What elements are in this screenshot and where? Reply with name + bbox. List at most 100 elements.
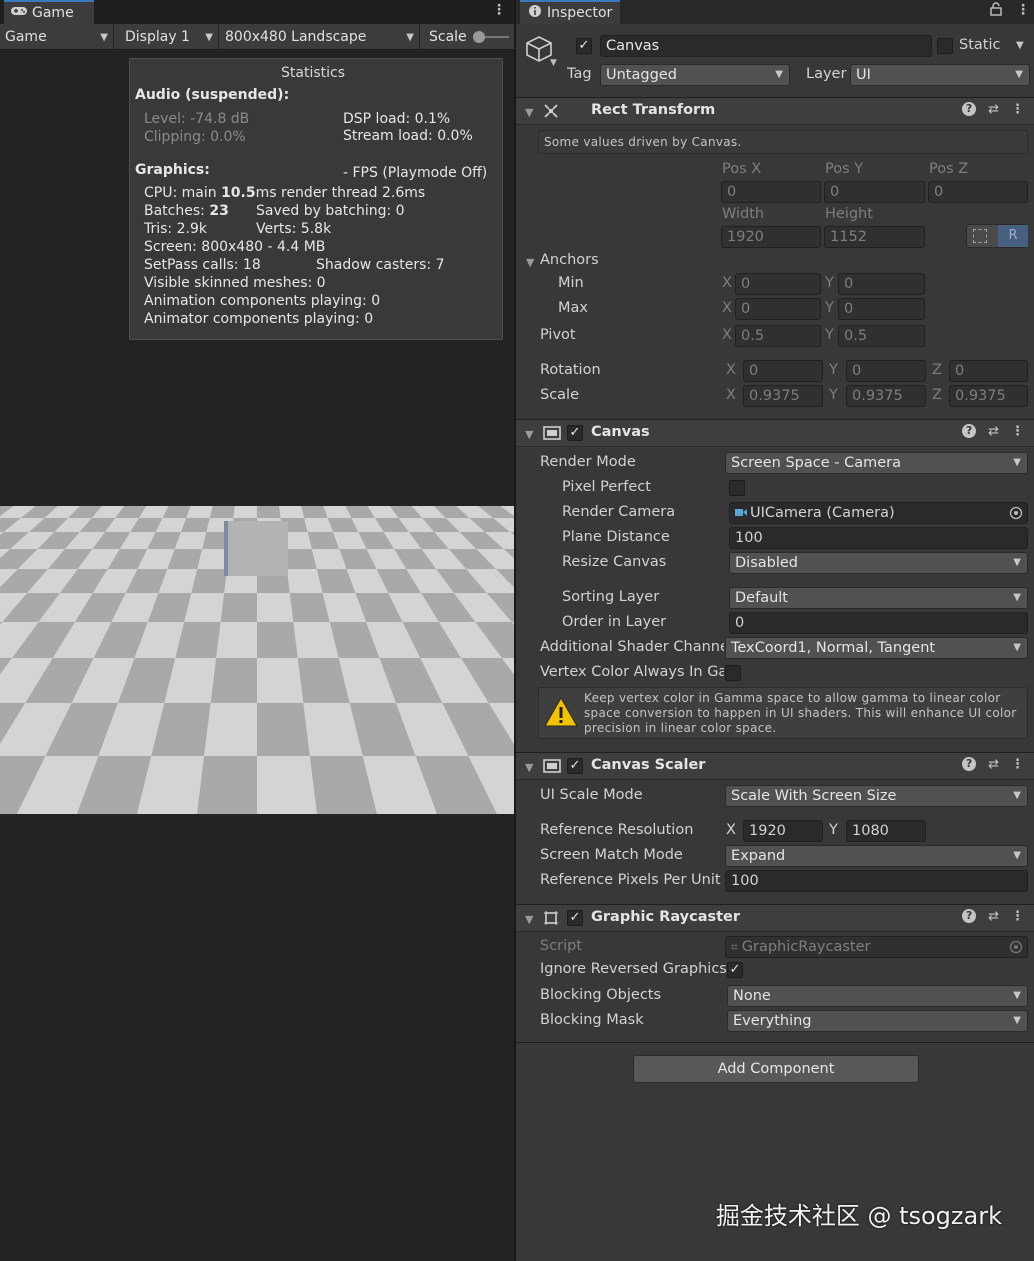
component-more-icon[interactable]: ⋮ <box>1011 909 1024 924</box>
presets-icon[interactable]: ⇄ <box>988 909 999 924</box>
height-label: Height <box>825 206 873 222</box>
blueprint-mode-button[interactable] <box>973 229 987 243</box>
graphic-raycaster-header[interactable]: ▼ ✓ Graphic Raycaster ? ⇄ ⋮ <box>516 904 1034 932</box>
scale-x-field[interactable]: 0.9375 <box>743 385 823 407</box>
layer-dropdown[interactable]: UI ▼ <box>850 64 1030 86</box>
pos-y-field[interactable]: 0 <box>824 181 925 203</box>
static-checkbox[interactable] <box>937 38 953 54</box>
chevron-down-icon: ▼ <box>1013 850 1021 861</box>
canvas-scaler-header[interactable]: ▼ ✓ Canvas Scaler ? ⇄ ⋮ <box>516 752 1034 780</box>
resolution-dropdown[interactable]: 800x480 Landscape ▼ <box>220 24 420 50</box>
plane-distance-field[interactable]: 100 <box>729 527 1028 549</box>
presets-icon[interactable]: ⇄ <box>988 424 999 439</box>
anchor-max-y-field[interactable]: 0 <box>838 298 925 320</box>
game-more-icon[interactable]: ⋮ <box>492 2 506 18</box>
anchors-foldout-icon[interactable]: ▼ <box>526 256 534 269</box>
game-mode-dropdown[interactable]: Game ▼ <box>0 24 114 50</box>
reference-ppu-field[interactable]: 100 <box>725 870 1028 892</box>
render-camera-field[interactable]: UICamera (Camera) <box>729 502 1028 524</box>
rotation-x-field[interactable]: 0 <box>743 360 823 382</box>
scale-slider[interactable] <box>472 31 509 43</box>
statistics-title: Statistics <box>281 65 345 81</box>
script-label: Script <box>540 938 583 954</box>
component-more-icon[interactable]: ⋮ <box>1011 757 1024 772</box>
pos-x-field[interactable]: 0 <box>721 181 821 203</box>
ignore-reversed-checkbox[interactable]: ✓ <box>727 962 743 978</box>
rotation-y-field[interactable]: 0 <box>846 360 926 382</box>
canvas-header[interactable]: ▼ ✓ Canvas ? ⇄ ⋮ <box>516 419 1034 447</box>
help-icon[interactable]: ? <box>962 424 977 438</box>
reference-resolution-y-field[interactable]: 1080 <box>846 820 926 842</box>
raw-edit-button[interactable]: R <box>998 225 1028 247</box>
pixel-perfect-label: Pixel Perfect <box>562 479 651 495</box>
rect-transform-header[interactable]: ▼ Rect Transform ? ⇄ ⋮ <box>516 97 1034 125</box>
ui-scale-mode-dropdown[interactable]: Scale With Screen Size ▼ <box>725 785 1028 807</box>
screen-match-mode-dropdown[interactable]: Expand ▼ <box>725 845 1028 867</box>
floor-tile <box>216 622 257 658</box>
foldout-arrow-icon[interactable]: ▼ <box>525 428 533 441</box>
render-mode-dropdown[interactable]: Screen Space - Camera ▼ <box>725 452 1028 474</box>
graphic-raycaster-enabled-checkbox[interactable]: ✓ <box>567 910 583 926</box>
presets-icon[interactable]: ⇄ <box>988 102 999 117</box>
anchor-min-x-field[interactable]: 0 <box>735 273 821 295</box>
display-dropdown[interactable]: Display 1 ▼ <box>115 24 219 50</box>
vertex-color-gamma-checkbox[interactable] <box>725 665 741 681</box>
pivot-x-field[interactable]: 0.5 <box>735 325 821 347</box>
anchor-max-x-field[interactable]: 0 <box>735 298 821 320</box>
inspector-tab[interactable]: Inspector <box>520 0 621 24</box>
object-picker-icon[interactable] <box>1009 940 1023 957</box>
gameobject-name-field[interactable]: Canvas <box>600 35 932 57</box>
shadow-casters-readout: Shadow casters: 7 <box>316 257 445 273</box>
help-icon[interactable]: ? <box>962 757 977 771</box>
component-more-icon[interactable]: ⋮ <box>1011 424 1024 439</box>
tag-dropdown[interactable]: Untagged ▼ <box>600 64 790 86</box>
scale-y-field[interactable]: 0.9375 <box>846 385 926 407</box>
rotation-z-field[interactable]: 0 <box>949 360 1028 382</box>
resolution-label: 800x480 Landscape <box>225 29 367 45</box>
order-in-layer-field[interactable]: 0 <box>729 612 1028 634</box>
foldout-arrow-icon[interactable]: ▼ <box>525 106 533 119</box>
reference-resolution-x-field[interactable]: 1920 <box>743 820 823 842</box>
gameobject-active-checkbox[interactable]: ✓ <box>576 38 592 54</box>
help-icon[interactable]: ? <box>962 909 977 923</box>
foldout-arrow-icon[interactable]: ▼ <box>525 761 533 774</box>
pixel-perfect-checkbox[interactable] <box>729 480 745 496</box>
animation-components-readout: Animation components playing: 0 <box>144 293 381 309</box>
pos-z-field[interactable]: 0 <box>928 181 1028 203</box>
chevron-down-icon: ▼ <box>1013 790 1021 801</box>
verts-readout: Verts: 5.8k <box>256 221 332 237</box>
presets-icon[interactable]: ⇄ <box>988 757 999 772</box>
canvas-enabled-checkbox[interactable]: ✓ <box>567 425 583 441</box>
scale-slider-knob[interactable] <box>472 31 485 43</box>
anchors-label[interactable]: Anchors <box>540 252 599 268</box>
help-icon[interactable]: ? <box>962 102 977 116</box>
floor-tile <box>257 658 304 703</box>
shader-channels-dropdown[interactable]: TexCoord1, Normal, Tangent ▼ <box>725 637 1028 659</box>
sorting-layer-dropdown[interactable]: Default ▼ <box>729 587 1028 609</box>
static-dropdown-caret[interactable]: ▼ <box>1016 40 1024 51</box>
blocking-mask-dropdown[interactable]: Everything ▼ <box>727 1010 1028 1032</box>
add-component-button[interactable]: Add Component <box>633 1055 919 1083</box>
object-picker-icon[interactable] <box>1009 506 1023 523</box>
axis-x-label: X <box>722 300 732 316</box>
width-field[interactable]: 1920 <box>721 226 821 248</box>
lock-icon[interactable] <box>990 2 1002 20</box>
blocking-objects-dropdown[interactable]: None ▼ <box>727 985 1028 1007</box>
floor-tile <box>204 703 257 756</box>
anchor-min-y-field[interactable]: 0 <box>838 273 925 295</box>
inspector-more-icon[interactable]: ⋮ <box>1016 2 1030 18</box>
axis-y-label: Y <box>829 387 838 403</box>
pivot-y-field[interactable]: 0.5 <box>838 325 925 347</box>
component-more-icon[interactable]: ⋮ <box>1011 102 1024 117</box>
height-field[interactable]: 1152 <box>824 226 925 248</box>
resize-canvas-dropdown[interactable]: Disabled ▼ <box>729 552 1028 574</box>
foldout-arrow-icon[interactable]: ▼ <box>525 913 533 926</box>
canvas-scaler-enabled-checkbox[interactable]: ✓ <box>567 758 583 774</box>
script-field[interactable]: ⌗ GraphicRaycaster <box>725 936 1028 958</box>
axis-z-label: Z <box>932 362 942 378</box>
game-tab[interactable]: Game <box>4 0 94 24</box>
axis-y-label: Y <box>829 822 838 838</box>
scale-z-field[interactable]: 0.9375 <box>949 385 1028 407</box>
skinned-meshes-readout: Visible skinned meshes: 0 <box>144 275 326 291</box>
icon-dropdown-caret[interactable]: ▼ <box>550 58 557 68</box>
